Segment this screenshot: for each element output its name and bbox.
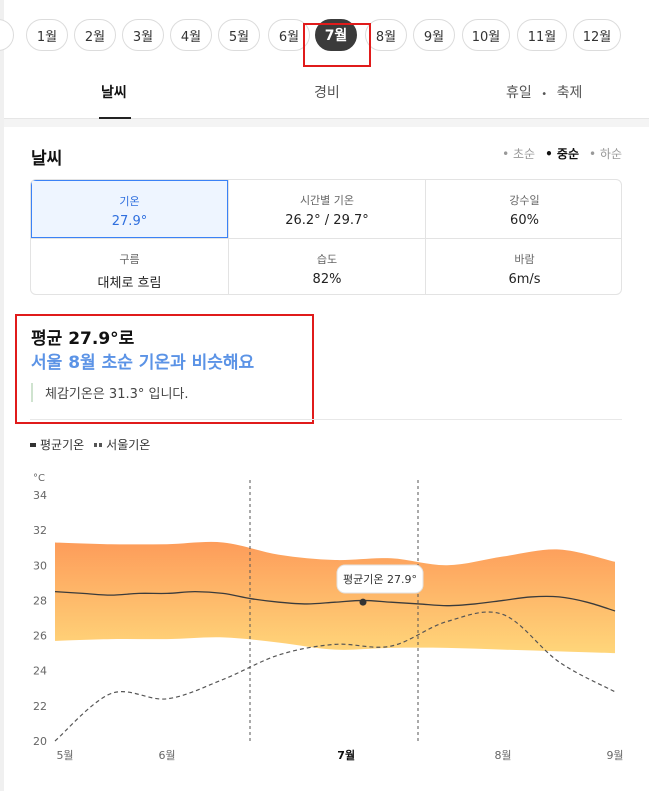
month-pill-partial[interactable] [0,19,14,51]
month-pill[interactable]: 2월 [74,19,116,51]
legend-avg-swatch [30,442,36,447]
stat-wind-value: 6m/s [508,272,541,287]
legend-seoul-label: 서울기온 [106,438,151,452]
stat-rain[interactable]: 강수일 60% [425,180,621,238]
month-pill[interactable]: 8월 [365,19,407,51]
temperature-chart: °C 20 22 24 26 28 30 32 34 평균기온 27.9° 5월 6월 7월 8월 9월 [33,473,624,762]
section-separator [4,119,649,127]
y-tick-label: 28 [33,594,47,607]
y-tick-label: 26 [33,630,47,643]
stat-cloud-value: 대체로 흐림 [97,276,162,291]
month-pill[interactable]: 10월 [462,19,510,51]
avg-point-marker [359,598,367,606]
tab-holiday-festival[interactable]: 휴일 • 축제 [506,82,582,102]
period-selector: • 초순 • 중순 • 하순 [502,145,622,162]
month-pill[interactable]: 3월 [122,19,164,51]
stat-wind[interactable]: 바람 6m/s [425,238,621,294]
y-tick-label: 24 [33,665,47,678]
legend-avg-label: 평균기온 [40,438,85,452]
stat-hourly-label: 시간별 기온 [299,194,355,207]
y-tick-label: 34 [33,489,47,502]
period-mid[interactable]: • 중순 [545,145,579,162]
month-pill[interactable]: 11월 [517,19,567,51]
month-pill[interactable]: 4월 [170,19,212,51]
divider [30,419,622,420]
stat-temp-value: 27.9° [111,214,148,229]
highlight-box-month [303,23,371,67]
y-tick-label: 20 [33,735,47,748]
stat-hourly[interactable]: 시간별 기온 26.2° / 29.7° [228,180,425,238]
tab-weather[interactable]: 날씨 [101,82,127,102]
section-title: 날씨 [31,149,63,169]
stat-cloud-label: 구름 [119,253,140,266]
x-tick-label: 7월 [337,748,355,762]
tab-holiday-label: 휴일 [506,85,532,101]
x-tick-label: 8월 [494,749,511,762]
month-pill[interactable]: 1월 [26,19,68,51]
legend-avg: 평균기온 [30,436,84,453]
legend-seoul: 서울기온 [94,436,150,453]
y-tick-label: 22 [33,700,47,713]
stat-rain-value: 60% [510,213,539,228]
period-late[interactable]: • 하순 [589,145,622,162]
y-unit-label: °C [33,473,45,484]
stat-temp-label: 기온 [119,195,140,208]
highlight-box-summary [15,314,314,424]
legend-seoul-swatch [94,442,103,447]
stat-wind-label: 바람 [514,253,535,266]
y-tick-label: 32 [33,524,47,537]
stat-rain-label: 강수일 [509,194,540,207]
stat-humidity-value: 82% [312,272,342,287]
month-pill[interactable]: 5월 [218,19,260,51]
y-tick-label: 30 [33,559,47,572]
x-tick-label: 6월 [158,749,175,762]
stat-temp[interactable]: 기온 27.9° [31,180,228,238]
x-tick-label: 9월 [606,749,623,762]
stat-humidity[interactable]: 습도 82% [228,238,425,294]
chart-legend: 평균기온 서울기온 [30,436,150,453]
weather-stats-grid: 기온 27.9° 시간별 기온 26.2° / 29.7° 강수일 60% 구름… [30,179,622,295]
stat-cloud[interactable]: 구름 대체로 흐림 [31,238,228,294]
tooltip-text: 평균기온 27.9° [343,573,417,586]
month-pill[interactable]: 12월 [573,19,621,51]
tab-dot: • [541,89,548,100]
stat-hourly-value: 26.2° / 29.7° [285,213,369,228]
stat-humidity-label: 습도 [316,253,338,266]
tab-festival-label: 축제 [556,85,583,101]
x-tick-label: 5월 [56,749,73,762]
month-pill[interactable]: 9월 [413,19,455,51]
tab-cost[interactable]: 경비 [314,82,340,102]
tab-bar: 날씨 경비 휴일 • 축제 [4,70,649,119]
period-early[interactable]: • 초순 [502,145,535,162]
